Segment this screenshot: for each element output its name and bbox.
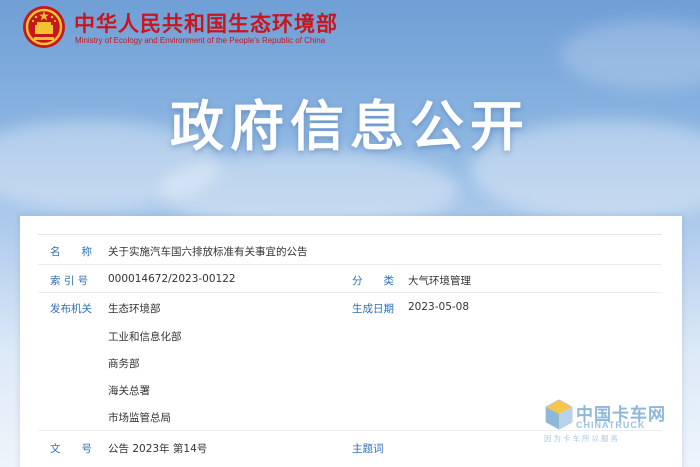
info-row-index: 索 引 号 000014672/2023-00122 分 类 大气环境管理 (38, 265, 662, 293)
truck-logo-icon (545, 399, 573, 430)
page-title: 政府信息公开 (170, 95, 530, 158)
index-value: 000014672/2023-00122 (108, 273, 236, 285)
issuer-item: 生态环境部 (108, 303, 161, 315)
doc-no-label: 文 号 (50, 443, 92, 455)
watermark-slogan: 因为卡车所以服务 (544, 434, 620, 443)
issuer-item: 工业和信息化部 (108, 331, 182, 343)
issuer-label: 发布机关 (50, 303, 92, 315)
name-value: 关于实施汽车国六排放标准有关事宜的公告 (108, 246, 308, 258)
category-label: 分 类 (352, 275, 394, 287)
site-header: 中华人民共和国生态环境部 Ministry of Ecology and Env… (0, 0, 700, 58)
issuer-item: 商务部 (108, 358, 140, 370)
date-label: 生成日期 (352, 303, 394, 315)
issuer-item: 市场监管总局 (108, 412, 171, 424)
info-row-name: 名 称 关于实施汽车国六排放标准有关事宜的公告 (38, 235, 662, 265)
index-label: 索 引 号 (50, 275, 89, 287)
category-value: 大气环境管理 (408, 275, 471, 287)
watermark-sub: CHINATRUCK (576, 420, 646, 430)
issuer-item: 海关总署 (108, 385, 150, 397)
site-title[interactable]: 中华人民共和国生态环境部 (74, 8, 338, 38)
date-value: 2023-05-08 (408, 301, 470, 313)
name-label: 名 称 (50, 246, 92, 258)
info-table: 名 称 关于实施汽车国六排放标准有关事宜的公告 索 引 号 000014672/… (38, 234, 662, 455)
site-subtitle: Ministry of Ecology and Environment of t… (75, 36, 326, 45)
national-emblem-icon[interactable] (22, 5, 66, 49)
watermark-logo: 中国卡车网 CHINATRUCK 因为卡车所以服务 (544, 398, 694, 448)
subject-label: 主题词 (352, 443, 384, 455)
doc-no-value: 公告 2023年 第14号 (108, 443, 208, 455)
